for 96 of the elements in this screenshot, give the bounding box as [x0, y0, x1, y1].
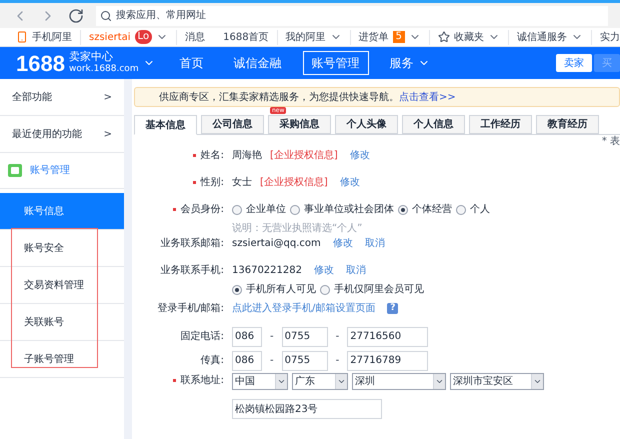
tab[interactable]: 基本信息 [134, 115, 197, 135]
sidebar-item[interactable]: 子账号管理 [0, 341, 124, 378]
sidebar-item[interactable]: 交易资料管理 [0, 267, 124, 304]
nav-tab[interactable]: 首页 [170, 51, 213, 75]
nav-tab[interactable]: 服务 [380, 51, 439, 75]
field-label: 联系地址: [172, 373, 224, 388]
field-label: 业务联系手机: [160, 264, 224, 278]
sidebar-section[interactable]: 最近使用的功能 > [0, 116, 124, 153]
radio-label: 手机仅阿里会员可见 [334, 282, 424, 297]
radio[interactable] [398, 204, 408, 214]
nav-tab[interactable]: 账号管理 [302, 51, 369, 75]
center-title: 卖家中心 [68, 51, 114, 63]
phone-input[interactable]: 0755 [282, 350, 328, 370]
refresh-icon[interactable] [68, 8, 84, 24]
hint-text: 说明：无营业执照请选“个人” [232, 222, 364, 236]
radio-label: 企业单位 [246, 202, 286, 217]
topbar-link[interactable]: 我的阿里 [286, 30, 326, 44]
group-title: 账号管理 [30, 164, 70, 178]
action-link[interactable]: 修改 [314, 263, 334, 278]
caret-icon [533, 377, 542, 386]
dash: - [336, 354, 340, 368]
region-select[interactable]: 广东 [292, 373, 348, 390]
badge: 5 [392, 31, 405, 43]
star-icon [438, 31, 450, 43]
field-value: szsiertai@qq.com [232, 237, 321, 251]
radio-label: 个体经营 [412, 202, 452, 217]
region-select[interactable]: 深圳市宝安区 [450, 373, 544, 390]
action-link[interactable]: 修改 [332, 236, 353, 251]
caret-icon [337, 377, 346, 386]
phone-input[interactable]: 086 [232, 350, 262, 370]
domain-text: work.1688.com [68, 63, 139, 75]
phone-input[interactable]: 0755 [282, 326, 328, 346]
notice-link[interactable]: 点击查看>> [399, 90, 456, 104]
phone-input[interactable]: 27716789 [347, 350, 428, 370]
region-select[interactable]: 中国 [232, 373, 288, 390]
sidebar-item[interactable]: 账号安全 [0, 230, 124, 267]
topbar-link[interactable]: 诚信通服务 [517, 30, 567, 44]
auth-tag: [企业授权信息] [260, 175, 328, 190]
phone-icon [16, 31, 28, 43]
field-label: 会员身份: [172, 202, 224, 217]
field-value: 13670221282 [232, 264, 302, 278]
caret-icon [277, 377, 286, 386]
dash: - [270, 330, 274, 344]
topbar-link[interactable]: 收藏夹 [454, 30, 484, 44]
region-select[interactable]: 深圳 [352, 373, 446, 390]
field-label: 性别: [192, 175, 224, 190]
phone-input[interactable]: 27716560 [347, 326, 428, 346]
logo[interactable]: 1688 [16, 46, 65, 80]
field-value: 周海艳 [232, 149, 262, 163]
tab[interactable]: 公司信息 [201, 115, 264, 134]
street-input[interactable]: 松岗镇松园路23号 [232, 399, 382, 419]
radio-label: 手机所有人可见 [246, 282, 316, 297]
required-note: * 表 [602, 134, 620, 146]
topbar-link[interactable]: 1688首页 [223, 30, 269, 44]
account-icon [8, 164, 22, 177]
dash: - [270, 354, 274, 368]
topbar-link[interactable]: 手机阿里 [32, 30, 72, 44]
field-label: 姓名: [192, 148, 224, 163]
radio[interactable] [232, 284, 242, 294]
search-field[interactable]: 搜索应用、常用网址 [96, 6, 608, 26]
topbar-link[interactable]: 消息 [185, 30, 206, 44]
role-toggle[interactable]: 卖家 [556, 54, 592, 72]
nav-tab[interactable]: 诚信金融 [224, 51, 291, 75]
caret-icon [435, 377, 444, 386]
radio[interactable] [290, 204, 300, 214]
action-link[interactable]: 修改 [340, 175, 360, 190]
topbar-link[interactable]: 实力 [600, 30, 620, 44]
search-icon [100, 10, 112, 22]
sidebar-section[interactable]: 全部功能 > [0, 79, 124, 116]
tab[interactable]: 教育经历 [536, 115, 599, 134]
radio[interactable] [456, 204, 466, 214]
field-label: 固定电话: [180, 330, 224, 344]
action-link[interactable]: 取消 [346, 263, 366, 278]
sidebar-item[interactable]: 关联账号 [0, 304, 124, 341]
tab[interactable]: 工作经历 [469, 115, 532, 134]
phone-input[interactable]: 086 [232, 326, 262, 346]
badge: Lo [134, 30, 152, 44]
radio[interactable] [232, 204, 242, 214]
action-link[interactable]: 修改 [350, 148, 370, 163]
tab[interactable]: 个人信息 [402, 115, 465, 134]
radio-label: 个人 [470, 203, 490, 217]
action-link[interactable]: 取消 [364, 236, 385, 251]
tab[interactable]: 个人头像 [335, 115, 398, 134]
topbar-link[interactable]: 进货单 [358, 30, 389, 44]
field-label: 登录手机/邮箱: [157, 302, 224, 316]
tab[interactable]: 采购信息 [268, 115, 331, 134]
field-label: 业务联系邮箱: [160, 236, 224, 251]
sidebar-item[interactable]: 账号信息 [0, 193, 124, 230]
dash: - [336, 330, 340, 344]
notice-text: 供应商专区，汇集卖家精选服务，为您提供快速导航。 [159, 90, 399, 104]
field-value: 女士 [232, 176, 252, 190]
radio-label: 事业单位或社会团体 [304, 202, 394, 217]
settings-link[interactable]: 点此进入登录手机/邮箱设置页面 [232, 301, 376, 316]
auth-tag: [企业授权信息] [270, 148, 338, 163]
radio[interactable] [320, 284, 330, 294]
field-label: 传真: [200, 354, 224, 368]
